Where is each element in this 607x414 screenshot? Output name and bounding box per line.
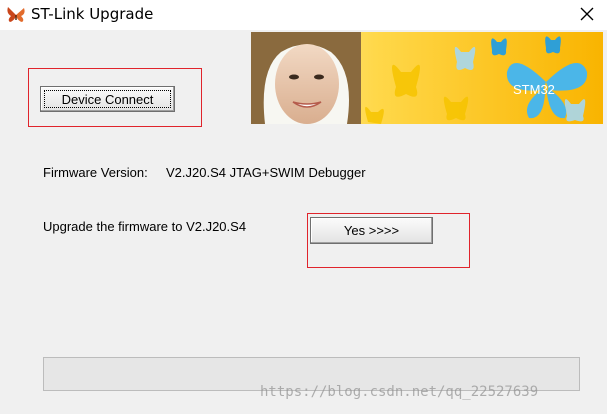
window-title: ST-Link Upgrade bbox=[31, 5, 154, 23]
stm32-banner-image: STM32 bbox=[251, 32, 603, 124]
st-link-upgrade-window: ST-Link Upgrade STM32 Device Connect Fir… bbox=[0, 0, 607, 414]
firmware-version-value: V2.J20.S4 JTAG+SWIM Debugger bbox=[166, 165, 366, 180]
upgrade-prompt-text: Upgrade the firmware to V2.J20.S4 bbox=[43, 219, 247, 234]
close-icon bbox=[580, 7, 594, 21]
firmware-version-label: Firmware Version: bbox=[43, 165, 148, 180]
close-button[interactable] bbox=[572, 3, 602, 25]
watermark-text: https://blog.csdn.net/qq_22527639 bbox=[260, 384, 539, 400]
butterfly-icon bbox=[5, 4, 27, 24]
device-connect-button[interactable]: Device Connect bbox=[40, 86, 175, 112]
title-bar: ST-Link Upgrade bbox=[0, 0, 607, 30]
stm32-logo-text: STM32 bbox=[513, 82, 555, 97]
yes-upgrade-button[interactable]: Yes >>>> bbox=[310, 217, 433, 244]
